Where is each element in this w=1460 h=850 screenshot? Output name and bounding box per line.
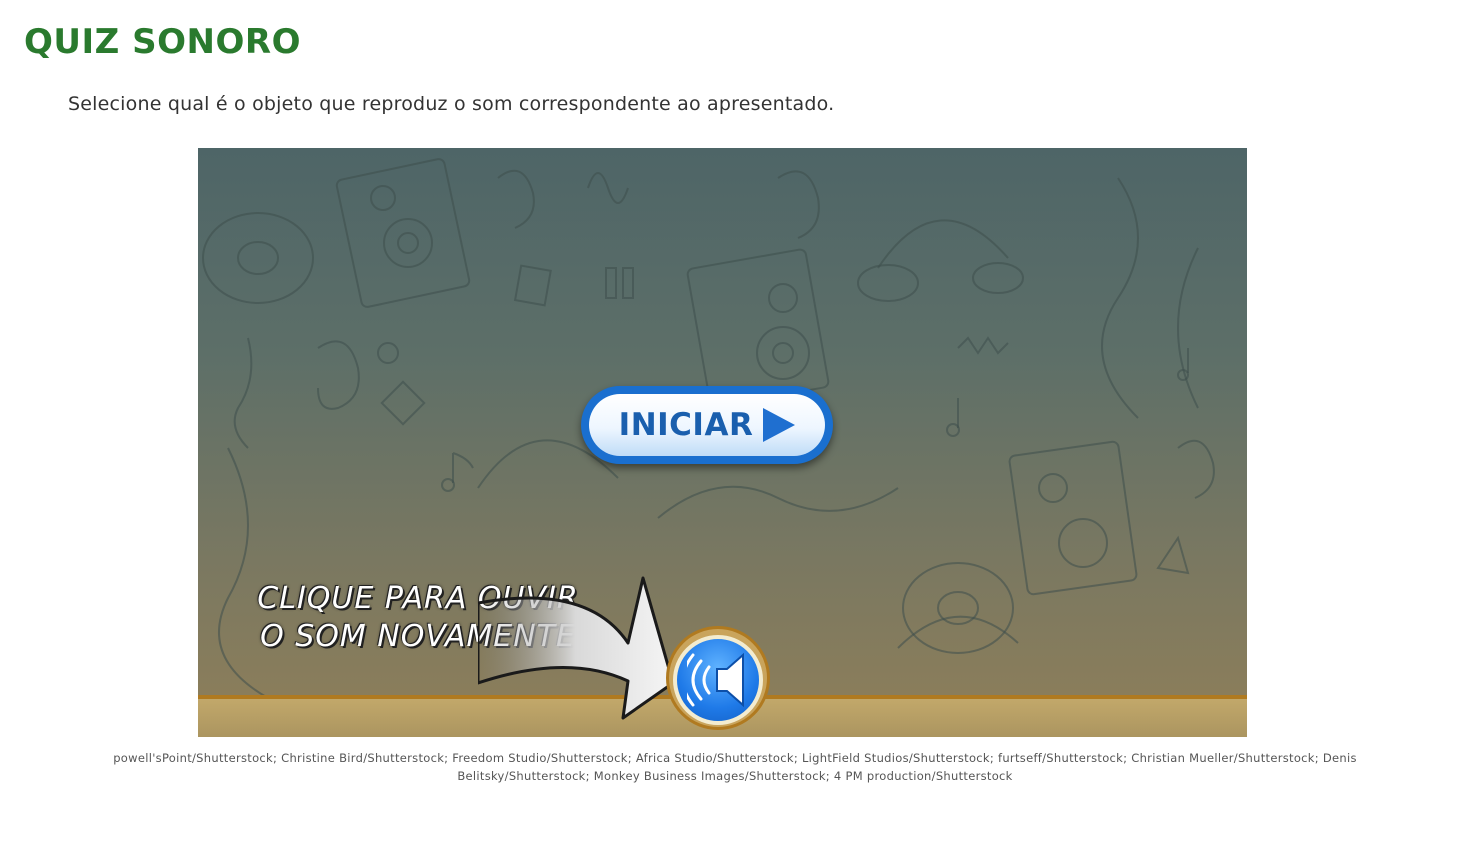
instruction-text: Selecione qual é o objeto que reproduz o… [68, 93, 835, 115]
game-canvas[interactable]: INICIAR CLIQUE PARA OUVIR O SOM NOVAMENT… [198, 148, 1247, 737]
replay-sound-button[interactable] [673, 635, 763, 725]
start-button-label: INICIAR [618, 407, 754, 443]
play-icon [763, 408, 796, 442]
arrow-pointer-icon [478, 576, 675, 720]
page-title: QUIZ SONORO [24, 22, 301, 62]
start-button[interactable]: INICIAR [581, 386, 833, 464]
image-credits: powell'sPoint/Shutterstock; Christine Bi… [113, 751, 1357, 783]
start-button-face[interactable]: INICIAR [589, 394, 825, 456]
speaker-icon [687, 652, 744, 708]
